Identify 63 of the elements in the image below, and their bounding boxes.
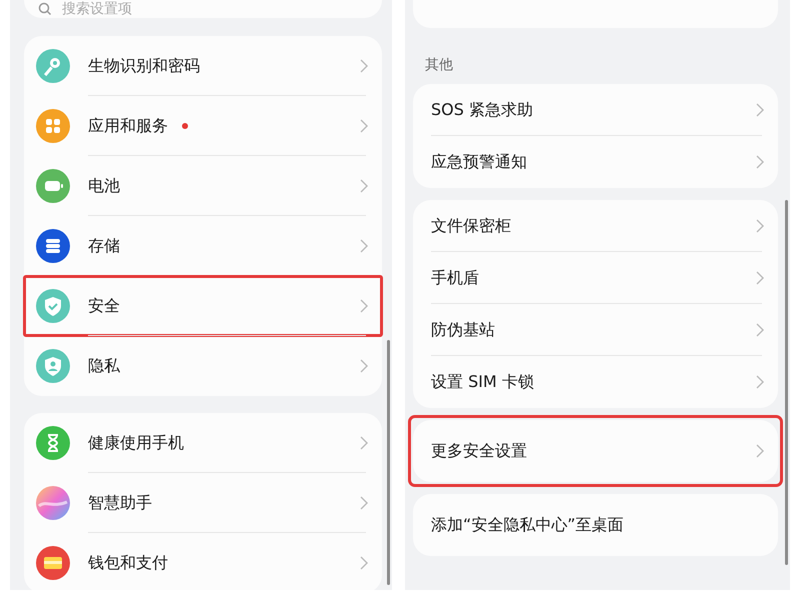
search-icon	[38, 2, 52, 16]
chevron-icon	[756, 323, 764, 337]
item-label: 安全	[88, 296, 120, 316]
wallet-icon	[36, 546, 70, 580]
search-field[interactable]: 搜索设置项	[24, 0, 382, 18]
settings-item[interactable]: 存储	[24, 216, 382, 276]
section-title: 其他	[424, 56, 454, 75]
item-label: 生物识别和密码	[88, 56, 200, 76]
hourglass-icon	[36, 426, 70, 460]
chevron-icon	[360, 496, 368, 510]
item-label: 应用和服务	[88, 116, 168, 136]
chevron-icon	[360, 436, 368, 450]
chevron-icon	[756, 271, 764, 285]
settings-item[interactable]: 电池	[24, 156, 382, 216]
settings-item[interactable]: 应用和服务	[24, 96, 382, 156]
item-label: 电池	[88, 176, 120, 196]
settings-item[interactable]: SOS 紧急求助	[413, 84, 778, 136]
chevron-icon	[360, 179, 368, 193]
chevron-icon	[756, 219, 764, 233]
chevron-icon	[756, 103, 764, 117]
chevron-icon	[756, 444, 764, 458]
settings-item[interactable]: 应急预警通知	[413, 136, 778, 188]
settings-item[interactable]: 智慧助手	[24, 473, 382, 533]
item-label: 更多安全设置	[431, 440, 527, 462]
settings-item[interactable]: 安全	[24, 276, 382, 336]
chevron-icon	[756, 375, 764, 389]
chevron-icon	[360, 59, 368, 73]
item-label: 存储	[88, 236, 120, 256]
assistant-orb-icon	[36, 486, 70, 520]
settings-item[interactable]: 手机盾	[413, 252, 778, 304]
search-input[interactable]: 搜索设置项	[60, 0, 264, 18]
settings-item[interactable]: 添加“安全隐私中心”至桌面	[413, 494, 778, 556]
settings-item[interactable]: 钱包和支付	[24, 533, 382, 590]
item-label: 设置 SIM 卡锁	[431, 372, 534, 392]
item-label: 防伪基站	[431, 320, 495, 340]
item-label: 添加“安全隐私中心”至桌面	[431, 514, 624, 536]
apps-grid-icon	[36, 109, 70, 143]
item-label: 健康使用手机	[88, 432, 184, 454]
settings-item[interactable]: 设置 SIM 卡锁	[413, 356, 778, 408]
item-label: 应急预警通知	[431, 152, 527, 172]
settings-item[interactable]: 健康使用手机	[24, 413, 382, 473]
settings-item[interactable]: 隐私	[24, 336, 382, 396]
chevron-icon	[360, 299, 368, 313]
item-label: 文件保密柜	[431, 216, 511, 236]
key-icon	[36, 49, 70, 83]
item-label: 钱包和支付	[88, 552, 168, 574]
settings-item[interactable]: 生物识别和密码	[24, 36, 382, 96]
chevron-icon	[360, 359, 368, 373]
chevron-icon	[360, 239, 368, 253]
settings-item[interactable]: 防伪基站	[413, 304, 778, 356]
chevron-icon	[360, 556, 368, 570]
item-label: 隐私	[88, 356, 120, 376]
settings-item[interactable]: 更多安全设置	[413, 420, 778, 482]
chevron-icon	[360, 119, 368, 133]
shield-person-icon	[36, 349, 70, 383]
item-label: 手机盾	[431, 268, 479, 288]
chevron-icon	[756, 155, 764, 169]
storage-icon	[36, 229, 70, 263]
shield-check-icon	[36, 289, 70, 323]
item-label: 智慧助手	[88, 492, 152, 514]
battery-icon	[36, 169, 70, 203]
item-label: SOS 紧急求助	[431, 100, 533, 120]
settings-item[interactable]: 文件保密柜	[413, 200, 778, 252]
